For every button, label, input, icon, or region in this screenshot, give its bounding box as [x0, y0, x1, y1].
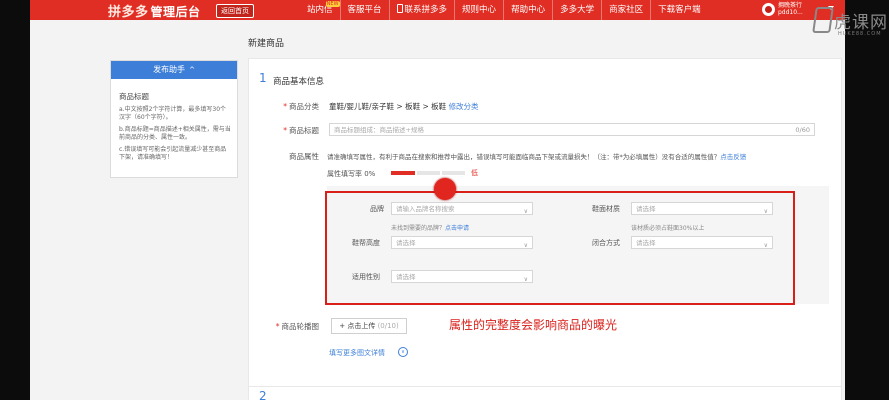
- top-nav: 站内信 NEW 客服平台 联系拼多多 规则中心 帮助中心 多多大学 商家社区 下载…: [300, 0, 708, 20]
- watermark-logo-icon: [812, 7, 834, 33]
- category-path: 童鞋/婴儿鞋/亲子鞋 > 板鞋 > 板鞋 修改分类: [329, 102, 479, 111]
- new-badge: NEW: [325, 1, 340, 7]
- title-label: * 商品标题: [283, 126, 319, 135]
- upload-button[interactable]: + 点击上传 (0/10): [331, 318, 407, 334]
- next-section-card: 2: [248, 386, 842, 400]
- page: 拼多多 管理后台 返回首页 站内信 NEW 客服平台 联系拼多多 规则中心 帮助中心…: [30, 0, 845, 400]
- helper-tips: a.中文按照2个字符计算，最多填写30个汉字（60个字符）。 b.商品标题=商品…: [119, 106, 231, 162]
- nav-rules[interactable]: 规则中心: [454, 0, 503, 20]
- chevron-down-icon[interactable]: ∨: [398, 347, 408, 357]
- carousel-label: * 商品轮播图: [275, 322, 319, 331]
- helper-section-title: 商品标题: [119, 92, 149, 101]
- chevron-up-icon: ^: [189, 66, 195, 74]
- cursor-highlight: [434, 178, 456, 200]
- helper-tip: a.中文按照2个字符计算，最多填写30个汉字（60个字符）。: [119, 106, 227, 121]
- feedback-link[interactable]: 点击反馈: [720, 153, 746, 161]
- nav-community[interactable]: 商家社区: [601, 0, 650, 20]
- fill-rate-level: 低: [471, 169, 478, 177]
- phone-icon: [396, 4, 403, 13]
- nav-help[interactable]: 帮助中心: [503, 0, 552, 20]
- more-details-link[interactable]: 填写更多图文详情: [329, 348, 385, 358]
- title-input[interactable]: 商品标题组成：商品描述+规格 0/60: [329, 123, 815, 136]
- right-video-border: [845, 0, 889, 400]
- attr-note: 请准确填写属性，有利于商品在搜索和推荐中露出，错误填写可能面临商品下架或流量损失…: [327, 153, 747, 161]
- avatar[interactable]: [762, 3, 775, 16]
- main-content: 新建商品 1 商品基本信息 * 商品分类 童鞋/婴儿鞋/亲子鞋 > 板鞋 > 板鞋…: [248, 30, 842, 400]
- watermark-subtext: HUKE88.COM: [838, 31, 882, 37]
- screenshot: 拼多多 管理后台 返回首页 站内信 NEW 客服平台 联系拼多多 规则中心 帮助中心…: [0, 0, 889, 400]
- watermark-text: 虎课网: [834, 13, 888, 33]
- publish-helper: 发布助手 ^ 商品标题 a.中文按照2个字符计算，最多填写30个汉字（60个字符）…: [110, 60, 238, 178]
- section-number: 2: [259, 389, 267, 400]
- home-button[interactable]: 返回首页: [216, 4, 254, 18]
- highlight-box: [325, 191, 795, 305]
- fill-rate-label: 属性填写率 0%: [327, 170, 376, 178]
- nav-university[interactable]: 多多大学: [552, 0, 601, 20]
- logo[interactable]: 拼多多 管理后台: [108, 1, 201, 20]
- section-number: 1: [259, 71, 267, 85]
- fill-rate-fill: [391, 171, 415, 175]
- nav-download[interactable]: 下载客户端: [650, 0, 708, 20]
- nav-customer-service[interactable]: 客服平台: [339, 0, 389, 20]
- helper-tip: c.错误填写可能会引起流量减少甚至商品下架，请准确填写！: [119, 146, 227, 161]
- section-title: 商品基本信息: [273, 77, 325, 87]
- nav-contact[interactable]: 联系拼多多: [388, 0, 455, 20]
- attr-label: 商品属性: [289, 152, 319, 161]
- title-counter: 0/60: [795, 126, 810, 134]
- page-title: 新建商品: [248, 39, 285, 49]
- helper-toggle[interactable]: 发布助手 ^: [111, 61, 237, 79]
- user-info[interactable]: 拥晚茶行 pdd10...: [778, 2, 803, 16]
- edit-category-link[interactable]: 修改分类: [449, 102, 479, 111]
- top-bar: 拼多多 管理后台 返回首页 站内信 NEW 客服平台 联系拼多多 规则中心 帮助中心…: [30, 0, 845, 20]
- nav-messages[interactable]: 站内信 NEW: [300, 0, 340, 20]
- helper-tip: b.商品标题=商品描述+相关属性，需与当前商品的分类、属性一致。: [119, 126, 231, 141]
- fill-rate-bar: [391, 171, 465, 175]
- annotation-text: 属性的完整度会影响商品的曝光: [449, 318, 618, 332]
- left-video-border: [0, 0, 30, 400]
- watermark: 虎课网 HUKE88.COM: [812, 4, 887, 37]
- category-label: * 商品分类: [283, 102, 319, 111]
- basic-info-card: 1 商品基本信息 * 商品分类 童鞋/婴儿鞋/亲子鞋 > 板鞋 > 板鞋 修改分类…: [248, 58, 842, 400]
